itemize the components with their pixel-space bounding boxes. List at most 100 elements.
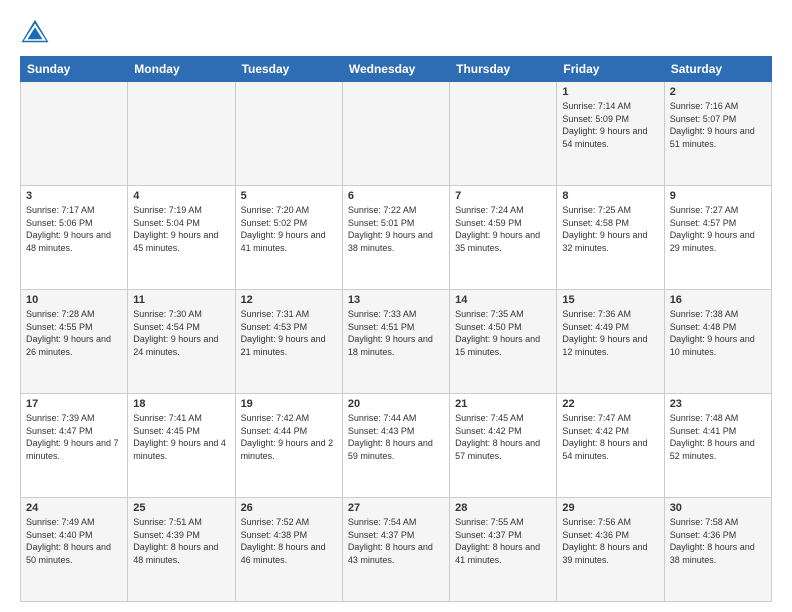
calendar-cell: 26 Sunrise: 7:52 AM Sunset: 4:38 PM Dayli… [235, 498, 342, 602]
logo [20, 16, 54, 46]
weekday-header-saturday: Saturday [664, 57, 771, 82]
calendar-cell: 9Sunrise: 7:27 AM Sunset: 4:57 PM Daylig… [664, 186, 771, 290]
calendar-cell: 6 Sunrise: 7:22 AM Sunset: 5:01 PM Daylig… [342, 186, 449, 290]
day-number: 10 [26, 294, 122, 306]
day-number: 24 [26, 502, 122, 514]
calendar-week-row: 3 Sunrise: 7:17 AM Sunset: 5:06 PM Daylig… [21, 186, 772, 290]
calendar-cell: 23 Sunrise: 7:48 AM Sunset: 4:41 PM Dayli… [664, 394, 771, 498]
calendar-cell: 15 Sunrise: 7:36 AM Sunset: 4:49 PM Dayli… [557, 290, 664, 394]
calendar-cell: 8 Sunrise: 7:25 AM Sunset: 4:58 PM Daylig… [557, 186, 664, 290]
calendar-cell: 1 Sunrise: 7:14 AM Sunset: 5:09 PM Daylig… [557, 82, 664, 186]
calendar-cell [450, 82, 557, 186]
day-number: 19 [241, 398, 337, 410]
day-info: Sunrise: 7:17 AM Sunset: 5:06 PM Dayligh… [26, 204, 122, 254]
calendar-cell: 21 Sunrise: 7:45 AM Sunset: 4:42 PM Dayli… [450, 394, 557, 498]
weekday-header-friday: Friday [557, 57, 664, 82]
day-info: Sunrise: 7:30 AM Sunset: 4:54 PM Dayligh… [133, 308, 229, 358]
day-info: Sunrise: 7:25 AM Sunset: 4:58 PM Dayligh… [562, 204, 658, 254]
calendar-table: SundayMondayTuesdayWednesdayThursdayFrid… [20, 56, 772, 602]
calendar-cell [21, 82, 128, 186]
day-number: 28 [455, 502, 551, 514]
day-info: Sunrise: 7:22 AM Sunset: 5:01 PM Dayligh… [348, 204, 444, 254]
day-info: Sunrise: 7:48 AM Sunset: 4:41 PM Dayligh… [670, 412, 766, 462]
weekday-header-thursday: Thursday [450, 57, 557, 82]
day-number: 29 [562, 502, 658, 514]
day-info: Sunrise: 7:39 AM Sunset: 4:47 PM Dayligh… [26, 412, 122, 462]
calendar-cell: 11 Sunrise: 7:30 AM Sunset: 4:54 PM Dayli… [128, 290, 235, 394]
day-info: Sunrise: 7:45 AM Sunset: 4:42 PM Dayligh… [455, 412, 551, 462]
logo-icon [20, 16, 50, 46]
day-info: Sunrise: 7:49 AM Sunset: 4:40 PM Dayligh… [26, 516, 122, 566]
calendar-week-row: 24 Sunrise: 7:49 AM Sunset: 4:40 PM Dayli… [21, 498, 772, 602]
day-number: 27 [348, 502, 444, 514]
day-number: 4 [133, 190, 229, 202]
day-info: Sunrise: 7:36 AM Sunset: 4:49 PM Dayligh… [562, 308, 658, 358]
day-info: Sunrise: 7:54 AM Sunset: 4:37 PM Dayligh… [348, 516, 444, 566]
day-number: 6 [348, 190, 444, 202]
day-number: 30 [670, 502, 766, 514]
calendar-cell: 22Sunrise: 7:47 AM Sunset: 4:42 PM Dayli… [557, 394, 664, 498]
day-info: Sunrise: 7:20 AM Sunset: 5:02 PM Dayligh… [241, 204, 337, 254]
day-number: 17 [26, 398, 122, 410]
calendar-cell [235, 82, 342, 186]
day-info: Sunrise: 7:56 AM Sunset: 4:36 PM Dayligh… [562, 516, 658, 566]
calendar-cell: 2 Sunrise: 7:16 AM Sunset: 5:07 PM Daylig… [664, 82, 771, 186]
day-info: Sunrise: 7:14 AM Sunset: 5:09 PM Dayligh… [562, 100, 658, 150]
calendar-cell: 16Sunrise: 7:38 AM Sunset: 4:48 PM Dayli… [664, 290, 771, 394]
day-info: Sunrise: 7:28 AM Sunset: 4:55 PM Dayligh… [26, 308, 122, 358]
page: SundayMondayTuesdayWednesdayThursdayFrid… [0, 0, 792, 612]
day-info: Sunrise: 7:58 AM Sunset: 4:36 PM Dayligh… [670, 516, 766, 566]
day-info: Sunrise: 7:41 AM Sunset: 4:45 PM Dayligh… [133, 412, 229, 462]
day-number: 1 [562, 86, 658, 98]
day-info: Sunrise: 7:42 AM Sunset: 4:44 PM Dayligh… [241, 412, 337, 462]
calendar-cell: 28 Sunrise: 7:55 AM Sunset: 4:37 PM Dayli… [450, 498, 557, 602]
day-number: 8 [562, 190, 658, 202]
weekday-header-tuesday: Tuesday [235, 57, 342, 82]
weekday-header-wednesday: Wednesday [342, 57, 449, 82]
day-info: Sunrise: 7:55 AM Sunset: 4:37 PM Dayligh… [455, 516, 551, 566]
day-number: 15 [562, 294, 658, 306]
day-number: 9 [670, 190, 766, 202]
day-number: 12 [241, 294, 337, 306]
calendar-cell: 14 Sunrise: 7:35 AM Sunset: 4:50 PM Dayli… [450, 290, 557, 394]
calendar-week-row: 17 Sunrise: 7:39 AM Sunset: 4:47 PM Dayli… [21, 394, 772, 498]
day-number: 11 [133, 294, 229, 306]
calendar-week-row: 1 Sunrise: 7:14 AM Sunset: 5:09 PM Daylig… [21, 82, 772, 186]
day-number: 18 [133, 398, 229, 410]
weekday-header-sunday: Sunday [21, 57, 128, 82]
calendar-cell: 20Sunrise: 7:44 AM Sunset: 4:43 PM Dayli… [342, 394, 449, 498]
day-number: 26 [241, 502, 337, 514]
header [20, 16, 772, 46]
day-number: 14 [455, 294, 551, 306]
calendar-cell: 24 Sunrise: 7:49 AM Sunset: 4:40 PM Dayli… [21, 498, 128, 602]
day-number: 21 [455, 398, 551, 410]
calendar-cell [128, 82, 235, 186]
calendar-header-row: SundayMondayTuesdayWednesdayThursdayFrid… [21, 57, 772, 82]
calendar-cell: 12 Sunrise: 7:31 AM Sunset: 4:53 PM Dayli… [235, 290, 342, 394]
calendar-cell: 13 Sunrise: 7:33 AM Sunset: 4:51 PM Dayli… [342, 290, 449, 394]
calendar-cell: 29 Sunrise: 7:56 AM Sunset: 4:36 PM Dayli… [557, 498, 664, 602]
day-info: Sunrise: 7:16 AM Sunset: 5:07 PM Dayligh… [670, 100, 766, 150]
calendar-week-row: 10 Sunrise: 7:28 AM Sunset: 4:55 PM Dayli… [21, 290, 772, 394]
day-number: 22 [562, 398, 658, 410]
day-info: Sunrise: 7:31 AM Sunset: 4:53 PM Dayligh… [241, 308, 337, 358]
day-number: 23 [670, 398, 766, 410]
calendar-cell: 17 Sunrise: 7:39 AM Sunset: 4:47 PM Dayli… [21, 394, 128, 498]
day-info: Sunrise: 7:52 AM Sunset: 4:38 PM Dayligh… [241, 516, 337, 566]
day-info: Sunrise: 7:51 AM Sunset: 4:39 PM Dayligh… [133, 516, 229, 566]
day-number: 25 [133, 502, 229, 514]
day-number: 3 [26, 190, 122, 202]
calendar-cell: 30 Sunrise: 7:58 AM Sunset: 4:36 PM Dayli… [664, 498, 771, 602]
calendar-cell: 3 Sunrise: 7:17 AM Sunset: 5:06 PM Daylig… [21, 186, 128, 290]
day-number: 13 [348, 294, 444, 306]
day-number: 2 [670, 86, 766, 98]
weekday-header-monday: Monday [128, 57, 235, 82]
calendar-cell: 4Sunrise: 7:19 AM Sunset: 5:04 PM Daylig… [128, 186, 235, 290]
day-number: 7 [455, 190, 551, 202]
day-info: Sunrise: 7:44 AM Sunset: 4:43 PM Dayligh… [348, 412, 444, 462]
day-info: Sunrise: 7:35 AM Sunset: 4:50 PM Dayligh… [455, 308, 551, 358]
day-info: Sunrise: 7:33 AM Sunset: 4:51 PM Dayligh… [348, 308, 444, 358]
calendar-cell: 7Sunrise: 7:24 AM Sunset: 4:59 PM Daylig… [450, 186, 557, 290]
calendar-cell: 18 Sunrise: 7:41 AM Sunset: 4:45 PM Dayli… [128, 394, 235, 498]
day-number: 5 [241, 190, 337, 202]
